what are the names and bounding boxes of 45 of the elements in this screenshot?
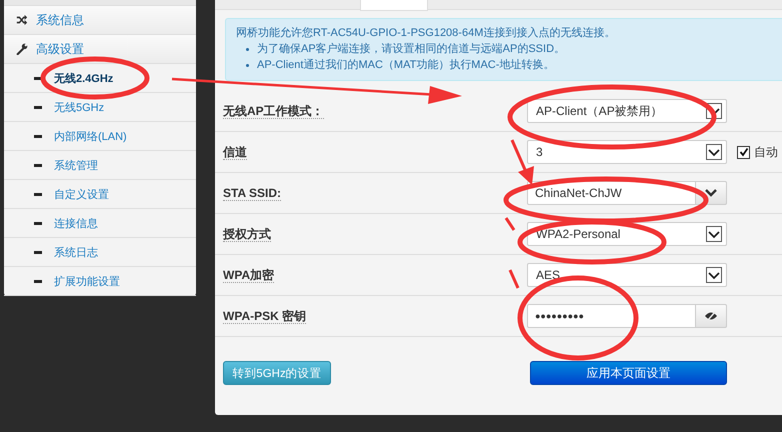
info-text: AP-Client通过我们的MAC（MAT功能）执行MAC-地址转换。 (257, 58, 554, 73)
sidebar-item[interactable]: 无线2.4GHz (54, 70, 114, 86)
dropdown-icon (706, 144, 722, 160)
dash-icon (34, 250, 42, 254)
chevron-down-icon (705, 189, 717, 197)
select-field[interactable]: AES (527, 263, 727, 287)
field-label: 无线AP工作模式： (223, 104, 324, 119)
sidebar-item[interactable]: 扩展功能设置 (54, 274, 120, 288)
dash-icon (34, 164, 42, 166)
dash-icon (34, 280, 42, 282)
checkbox[interactable] (737, 146, 750, 158)
bullet-icon (246, 64, 249, 66)
sidebar-item[interactable]: 内部网络(LAN) (54, 128, 127, 144)
info-text: 网桥功能允许您RT-AC54U-GPIO-1-PSG1208-64M连接到接入点的无线连接。 (236, 26, 616, 41)
dash-icon (34, 134, 42, 138)
sidebar-item[interactable]: 连接信息 (54, 216, 98, 230)
dash-icon (34, 192, 42, 196)
field-label: 信道 (223, 145, 247, 160)
dropdown-icon (706, 226, 722, 242)
select-field[interactable]: AP-Client（AP被禁用） (527, 99, 727, 123)
dash-icon (34, 106, 42, 108)
sidebar-item[interactable]: 系统日志 (54, 244, 98, 260)
bullet-icon (246, 48, 249, 50)
dash-icon (34, 222, 42, 224)
sidebar-section[interactable]: 系统信息 (36, 12, 84, 28)
dropdown-icon (706, 267, 722, 283)
checkbox-label: 自动 (754, 144, 778, 160)
apply-button[interactable]: 应用本页面设置 (530, 361, 727, 385)
sidebar-section[interactable]: 高级设置 (36, 40, 84, 58)
field-label: 授权方式 (223, 227, 271, 242)
field-label: WPA-PSK 密钥 (223, 309, 306, 324)
show-password-button[interactable] (696, 304, 727, 328)
annotation-arrow (510, 139, 534, 185)
switch-band-button[interactable]: 转到5GHz的设置 (223, 361, 331, 385)
input-field[interactable]: ●●●●●●●●● (527, 304, 696, 328)
field-label: WPA加密 (223, 268, 274, 283)
wrench-icon (16, 43, 28, 55)
field-label: STA SSID: (223, 186, 282, 201)
sidebar-item[interactable]: 自定义设置 (54, 186, 109, 202)
sidebar-item[interactable]: 无线5GHz (54, 100, 104, 114)
shuffle-icon (16, 14, 28, 26)
eye-slash-icon (704, 311, 718, 321)
info-text: 为了确保AP客户端连接，请设置相同的信道与远端AP的SSID。 (257, 42, 566, 57)
dash-icon (34, 76, 42, 80)
sidebar-item[interactable]: 系统管理 (54, 158, 98, 172)
